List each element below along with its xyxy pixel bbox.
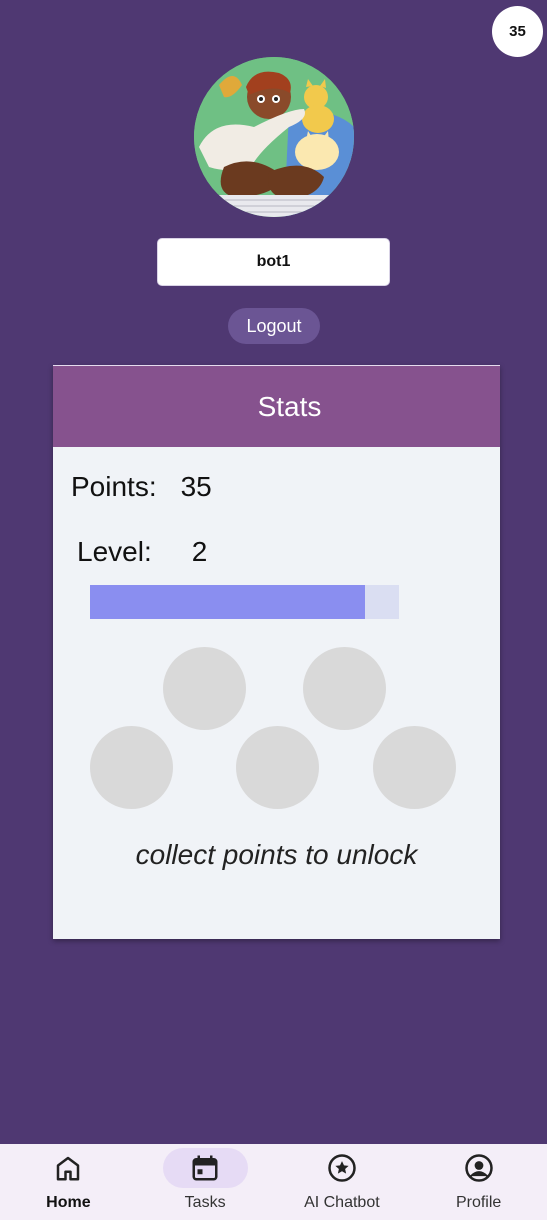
stats-title: Stats: [257, 390, 322, 422]
username-field: bot1: [157, 238, 390, 286]
nav-item-home[interactable]: Home: [0, 1144, 137, 1220]
level-value: 2: [191, 536, 208, 567]
avatar: [194, 57, 354, 217]
nav-item-profile[interactable]: Profile: [410, 1144, 547, 1220]
logout-button[interactable]: Logout: [228, 308, 320, 344]
points-label: Points:: [71, 471, 157, 502]
account-circle-icon: [464, 1153, 494, 1183]
nav-item-ai-chatbot[interactable]: AI Chatbot: [274, 1144, 411, 1220]
level-progress-fill: [90, 585, 365, 619]
level-row: Level: 2: [77, 536, 207, 568]
points-row: Points: 35: [71, 471, 212, 503]
points-badge: 35: [492, 6, 543, 57]
bottom-navigation: Home Tasks AI Chatbot Profile: [0, 1144, 547, 1220]
nav-item-tasks[interactable]: Tasks: [137, 1144, 274, 1220]
unlock-hint: collect points to unlock: [135, 839, 418, 870]
nav-label-home: Home: [46, 1194, 91, 1211]
locked-badge-slot: [373, 726, 456, 809]
locked-badge-slot: [236, 726, 319, 809]
locked-badge-slot: [163, 647, 246, 730]
nav-label-ai-chatbot: AI Chatbot: [304, 1194, 380, 1211]
stats-card: Stats Points: 35 Level: 2 collect points…: [53, 365, 500, 939]
nav-label-profile: Profile: [455, 1194, 502, 1211]
level-label: Level:: [77, 536, 152, 567]
level-progress-bar: [90, 585, 399, 619]
locked-badge-slot: [90, 726, 173, 809]
home-icon: [53, 1153, 83, 1183]
calendar-icon: [190, 1153, 220, 1183]
stats-header: Stats: [53, 365, 500, 447]
star-circle-icon: [327, 1153, 357, 1183]
points-value: 35: [180, 471, 212, 502]
locked-badge-slot: [303, 647, 386, 730]
nav-label-tasks: Tasks: [184, 1194, 226, 1211]
avatar-illustration: [194, 57, 354, 217]
